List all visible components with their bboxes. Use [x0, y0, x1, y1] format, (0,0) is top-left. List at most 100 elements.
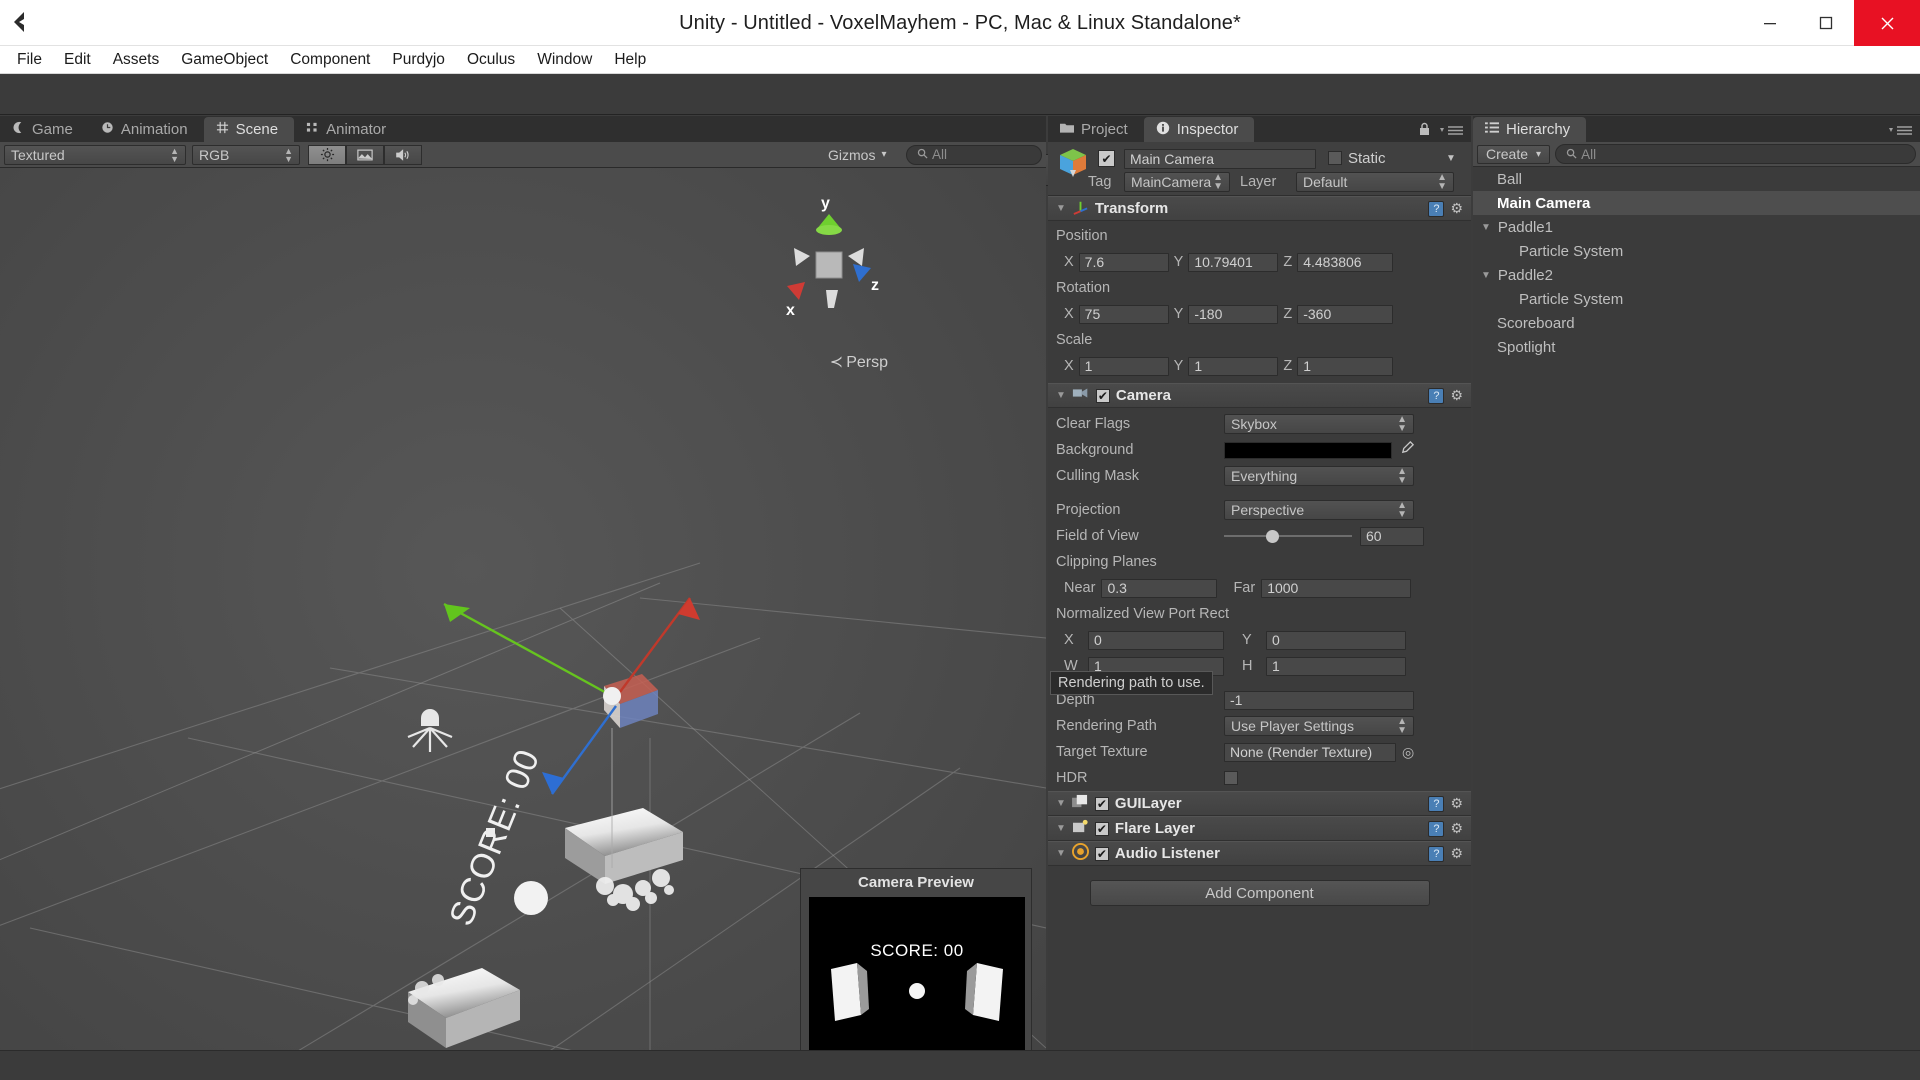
close-button[interactable]	[1854, 0, 1920, 46]
tab-game[interactable]: Game	[0, 117, 89, 142]
target-texture-input[interactable]: None (Render Texture)	[1224, 743, 1396, 762]
position-y-input[interactable]: 10.79401	[1188, 253, 1278, 272]
hierarchy-item-spotlight[interactable]: Spotlight	[1473, 335, 1920, 359]
static-checkbox[interactable]	[1328, 151, 1342, 165]
rendering-path-dropdown[interactable]: Use Player Settings ▲▼	[1224, 716, 1414, 736]
near-input[interactable]: 0.3	[1101, 579, 1217, 598]
menu-item-gameobject[interactable]: GameObject	[170, 48, 279, 72]
scale-x-input[interactable]: 1	[1079, 357, 1169, 376]
camera-help-icon[interactable]: ?	[1428, 388, 1444, 404]
audiolistener-help-icon[interactable]: ?	[1428, 846, 1444, 862]
skybox-toggle[interactable]	[346, 145, 384, 165]
hierarchy-item-particle-system-2[interactable]: Particle System	[1473, 287, 1920, 311]
hierarchy-search-input[interactable]: All	[1555, 144, 1916, 164]
position-x-input[interactable]: 7.6	[1079, 253, 1169, 272]
layer-dropdown[interactable]: Default ▲▼	[1296, 172, 1454, 192]
hdr-checkbox[interactable]	[1224, 771, 1238, 785]
guilayer-enabled-checkbox[interactable]: ✔	[1095, 797, 1109, 811]
camera-gear-icon[interactable]: ⚙	[1450, 387, 1463, 404]
scale-z-input[interactable]: 1	[1297, 357, 1393, 376]
static-chevron-down-icon[interactable]: ▼	[1446, 153, 1456, 164]
tab-inspector[interactable]: Inspector	[1144, 117, 1255, 142]
transform-help-icon[interactable]: ?	[1428, 201, 1444, 217]
guilayer-component-header[interactable]: ▼ ✔ GUILayer ? ⚙	[1048, 791, 1471, 816]
create-button[interactable]: Create ▾	[1477, 145, 1550, 164]
menu-item-help[interactable]: Help	[603, 48, 657, 72]
rotation-y-input[interactable]: -180	[1188, 305, 1278, 324]
minimize-button[interactable]	[1742, 0, 1798, 46]
projection-dropdown[interactable]: Perspective ▲▼	[1224, 500, 1414, 520]
transform-gear-icon[interactable]: ⚙	[1450, 200, 1463, 217]
flarelayer-foldout-icon[interactable]: ▼	[1056, 823, 1066, 834]
rotation-x-input[interactable]: 75	[1079, 305, 1169, 324]
viewport-y-input[interactable]: 0	[1266, 631, 1406, 650]
guilayer-foldout-icon[interactable]: ▼	[1056, 798, 1066, 809]
clear-flags-dropdown[interactable]: Skybox ▲▼	[1224, 414, 1414, 434]
add-component-button[interactable]: Add Component	[1090, 880, 1430, 906]
camera-enabled-checkbox[interactable]: ✔	[1096, 389, 1110, 403]
guilayer-gear-icon[interactable]: ⚙	[1450, 795, 1463, 812]
scene-projection-label[interactable]: ≺Persp	[830, 352, 888, 372]
menu-item-edit[interactable]: Edit	[53, 48, 102, 72]
background-color-swatch[interactable]	[1224, 442, 1392, 459]
lock-icon[interactable]	[1418, 122, 1431, 141]
camera-component-header[interactable]: ▼ ✔ Camera ? ⚙	[1048, 383, 1471, 408]
audiolistener-foldout-icon[interactable]: ▼	[1056, 848, 1066, 859]
expand-triangle-icon[interactable]: ▼	[1481, 270, 1491, 281]
expand-triangle-icon[interactable]: ▼	[1481, 222, 1491, 233]
audiolistener-enabled-checkbox[interactable]: ✔	[1095, 847, 1109, 861]
eyedropper-icon[interactable]	[1400, 440, 1415, 460]
menu-item-window[interactable]: Window	[526, 48, 603, 72]
object-picker-icon[interactable]: ◎	[1402, 744, 1414, 761]
culling-mask-dropdown[interactable]: Everything ▲▼	[1224, 466, 1414, 486]
rotation-z-input[interactable]: -360	[1297, 305, 1393, 324]
guilayer-help-icon[interactable]: ?	[1428, 796, 1444, 812]
flarelayer-component-header[interactable]: ▼ ✔ Flare Layer ? ⚙	[1048, 816, 1471, 841]
flarelayer-gear-icon[interactable]: ⚙	[1450, 820, 1463, 837]
hierarchy-item-paddle2[interactable]: ▼ Paddle2	[1473, 263, 1920, 287]
flarelayer-help-icon[interactable]: ?	[1428, 821, 1444, 837]
gizmos-dropdown[interactable]: Gizmos ▾	[822, 145, 906, 165]
tab-animator[interactable]: Animator	[294, 117, 402, 142]
object-enabled-checkbox[interactable]: ✔	[1098, 150, 1115, 167]
lighting-toggle[interactable]	[308, 145, 346, 165]
tab-animation[interactable]: Animation	[89, 117, 204, 142]
scene-axis-gizmo[interactable]: y z x	[764, 190, 894, 340]
hierarchy-item-main-camera[interactable]: Main Camera	[1473, 191, 1920, 215]
menu-item-component[interactable]: Component	[279, 48, 381, 72]
tab-project[interactable]: Project	[1048, 117, 1144, 142]
menu-item-assets[interactable]: Assets	[102, 48, 171, 72]
depth-input[interactable]: -1	[1224, 691, 1414, 710]
viewport-x-input[interactable]: 0	[1088, 631, 1224, 650]
inspector-panel-menu-icon[interactable]	[1439, 124, 1465, 142]
menu-item-purdyjo[interactable]: Purdyjo	[381, 48, 456, 72]
color-mode-dropdown[interactable]: RGB ▲▼	[192, 145, 300, 165]
hierarchy-panel-menu-icon[interactable]	[1888, 124, 1914, 142]
field-of-view-slider[interactable]	[1224, 529, 1352, 543]
audio-toggle[interactable]	[384, 145, 422, 165]
menu-item-file[interactable]: File	[6, 48, 53, 72]
hierarchy-item-paddle1[interactable]: ▼ Paddle1	[1473, 215, 1920, 239]
hierarchy-item-ball[interactable]: Ball	[1473, 167, 1920, 191]
object-name-input[interactable]: Main Camera	[1124, 149, 1316, 169]
audiolistener-component-header[interactable]: ▼ ✔ Audio Listener ? ⚙	[1048, 841, 1471, 866]
viewport-h-input[interactable]: 1	[1266, 657, 1406, 676]
draw-mode-dropdown[interactable]: Textured ▲▼	[4, 145, 186, 165]
tag-dropdown[interactable]: MainCamera ▲▼	[1124, 172, 1230, 192]
hierarchy-item-particle-system-1[interactable]: Particle System	[1473, 239, 1920, 263]
far-input[interactable]: 1000	[1261, 579, 1411, 598]
flarelayer-enabled-checkbox[interactable]: ✔	[1095, 822, 1109, 836]
transform-component-header[interactable]: ▼ Transform ? ⚙	[1048, 196, 1471, 221]
position-z-input[interactable]: 4.483806	[1297, 253, 1393, 272]
field-of-view-input[interactable]: 60	[1360, 527, 1424, 546]
scale-y-input[interactable]: 1	[1188, 357, 1278, 376]
scene-search-input[interactable]: All	[906, 145, 1042, 165]
scene-viewport[interactable]: SCORE: 00	[0, 168, 1046, 1080]
camera-foldout-icon[interactable]: ▼	[1056, 390, 1066, 401]
tab-scene[interactable]: Scene	[204, 117, 295, 142]
menu-item-oculus[interactable]: Oculus	[456, 48, 526, 72]
hierarchy-item-scoreboard[interactable]: Scoreboard	[1473, 311, 1920, 335]
audiolistener-gear-icon[interactable]: ⚙	[1450, 845, 1463, 862]
maximize-button[interactable]	[1798, 0, 1854, 46]
transform-foldout-icon[interactable]: ▼	[1056, 203, 1066, 214]
